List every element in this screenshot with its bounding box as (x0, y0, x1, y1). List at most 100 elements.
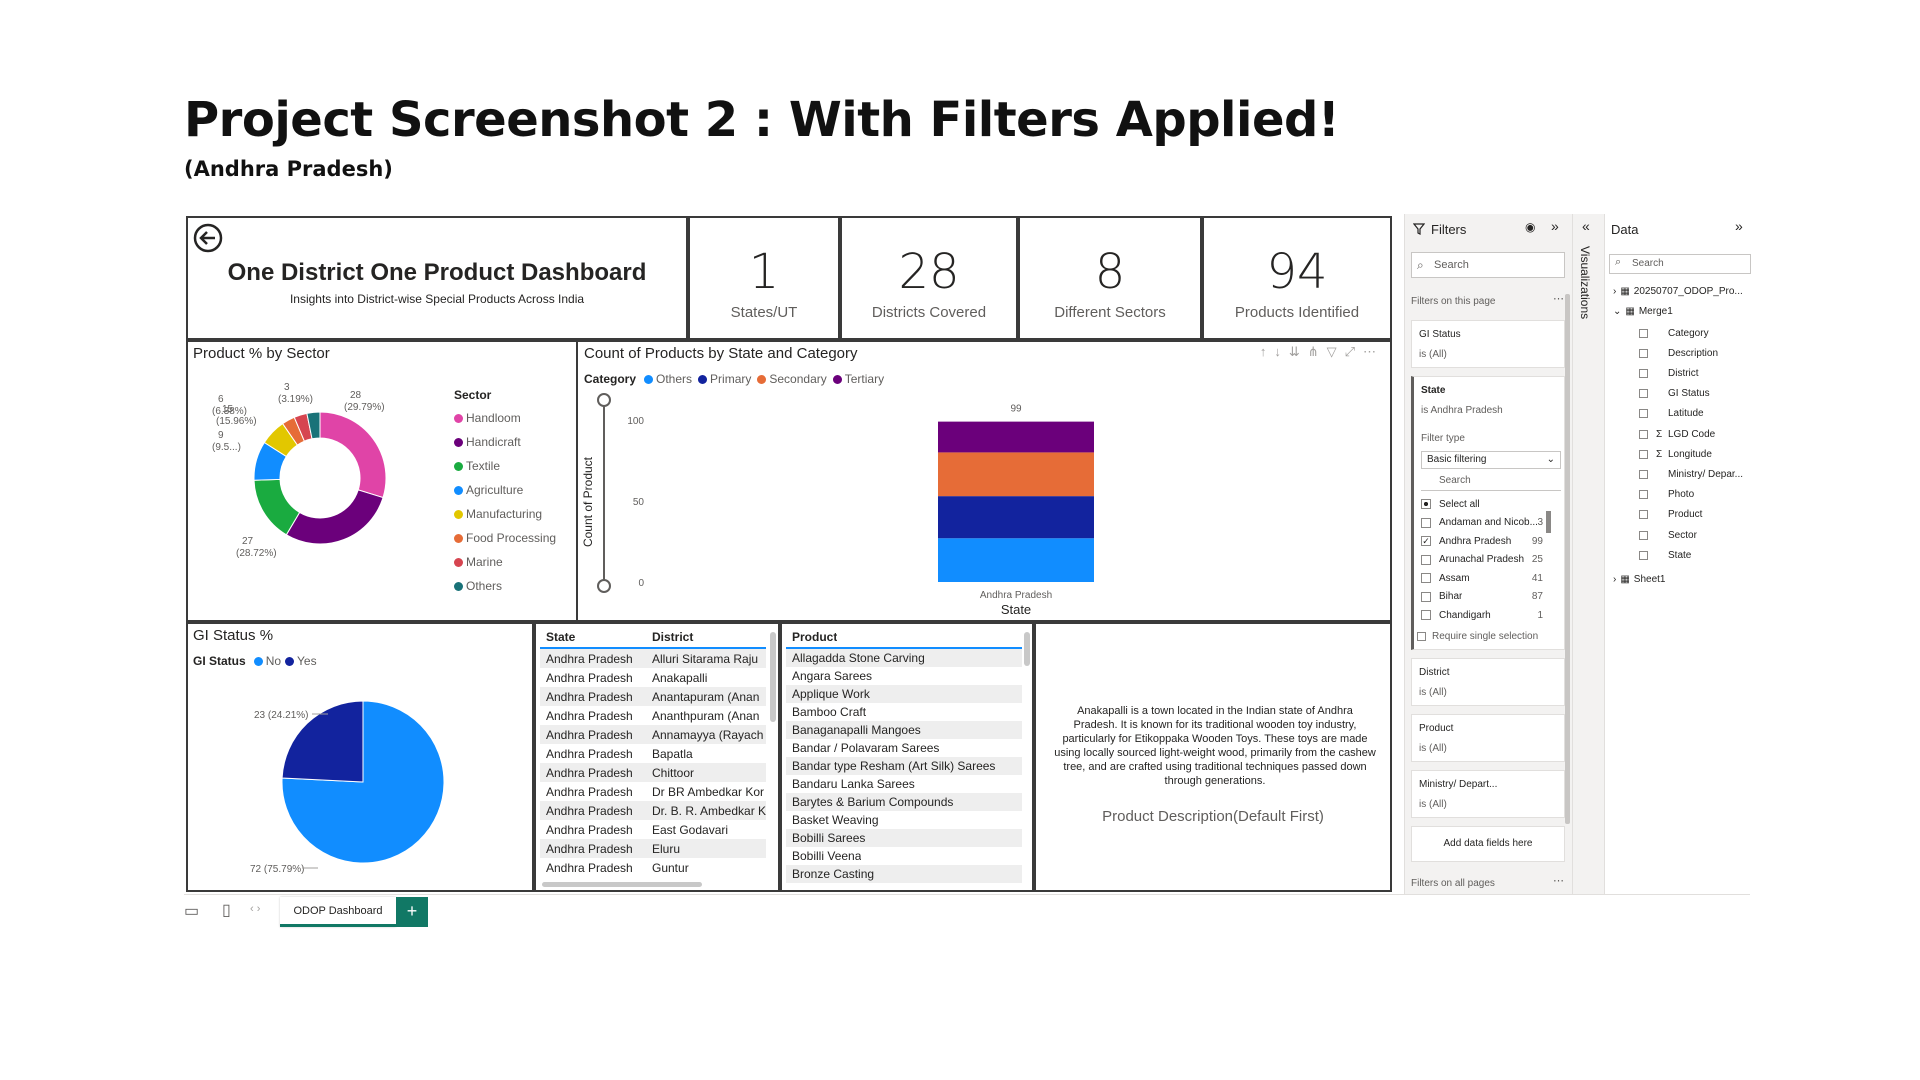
checkbox[interactable] (1639, 348, 1648, 358)
checkbox[interactable] (1639, 490, 1648, 500)
table-row[interactable]: Andhra Pradesh Anakapalli (540, 668, 766, 687)
column-header-state[interactable]: State (540, 630, 646, 644)
table-header[interactable]: Product (786, 627, 1022, 649)
table-row[interactable]: Bandar type Resham (Art Silk) Sarees (786, 757, 1022, 775)
table-row[interactable]: Banaganapalli Mangoes (786, 721, 1022, 739)
more-options-icon[interactable]: ⋯ (1553, 874, 1564, 887)
filter-card-product[interactable]: Product is (All) (1411, 714, 1565, 762)
checkbox[interactable] (1421, 610, 1431, 620)
table-row[interactable]: Andhra Pradesh Annamayya (Rayach (540, 725, 766, 744)
table-row[interactable]: Applique Work (786, 685, 1022, 703)
state-category-bar-visual[interactable]: Count of Products by State and Category … (578, 340, 1392, 622)
expand-chevron-icon[interactable]: « (1582, 218, 1590, 234)
table-row[interactable]: Andhra Pradesh East Godavari (540, 820, 766, 839)
table-row[interactable]: Angara Sarees (786, 667, 1022, 685)
table-row[interactable]: Andhra Pradesh Alluri Sitarama Raju (540, 649, 766, 668)
table-row[interactable]: Bandaru Lanka Sarees (786, 775, 1022, 793)
eye-icon[interactable]: ◉ (1525, 220, 1535, 234)
data-field-item[interactable]: GI Status (1639, 385, 1710, 403)
legend-item[interactable]: Handloom (454, 408, 556, 432)
state-filter-option[interactable]: Arunachal Pradesh 25 (1421, 551, 1543, 569)
table-row[interactable]: Andhra Pradesh Bapatla (540, 744, 766, 763)
data-field-item[interactable]: Photo (1639, 486, 1694, 504)
page-nav-arrows-icon[interactable]: ‹ › (250, 903, 260, 915)
filter-card-gi-status[interactable]: GI Status is (All) (1411, 320, 1565, 368)
state-filter-option[interactable]: Bihar 87 (1421, 588, 1543, 606)
checkbox[interactable] (1421, 554, 1431, 565)
collapse-chevron-icon[interactable]: » (1735, 218, 1743, 234)
checkbox[interactable]: ✓ (1421, 536, 1431, 546)
checkbox[interactable] (1639, 469, 1648, 479)
checkbox[interactable] (1639, 510, 1648, 520)
legend-item[interactable]: Textile (454, 456, 556, 480)
checkbox[interactable] (1639, 409, 1648, 419)
checkbox[interactable] (1639, 368, 1648, 378)
column-header-product[interactable]: Product (786, 630, 837, 644)
table-row[interactable]: Andhra Pradesh Anantapuram (Anan (540, 687, 766, 706)
filters-pane-scrollbar[interactable] (1565, 294, 1570, 824)
data-table-item[interactable]: ⌄ ▦ Merge1 (1613, 302, 1673, 320)
checkbox[interactable] (1639, 429, 1648, 439)
gi-status-pie-visual[interactable]: GI Status % GI Status No Yes 23 (24.21%) 7… (186, 622, 534, 892)
visualizations-pane-collapsed[interactable]: « Visualizations (1572, 214, 1604, 894)
checkbox[interactable] (1421, 517, 1431, 528)
state-district-table[interactable]: State District Andhra Pradesh Alluri Sita… (534, 622, 780, 892)
data-field-item[interactable]: Ministry/ Depar... (1639, 465, 1743, 483)
legend-item[interactable]: Handicraft (454, 432, 556, 456)
state-search-input[interactable]: Search (1421, 473, 1561, 491)
data-table-item[interactable]: › ▦ 20250707_ODOP_Pro... (1613, 282, 1743, 300)
table-row[interactable]: Andhra Pradesh Chittoor (540, 763, 766, 782)
add-data-fields-dropzone[interactable]: Add data fields here (1411, 826, 1565, 862)
filter-card-ministry[interactable]: Ministry/ Depart... is (All) (1411, 770, 1565, 818)
add-page-button[interactable]: + (396, 897, 428, 927)
table-header[interactable]: State District (540, 627, 766, 649)
data-field-item[interactable]: Category (1639, 324, 1709, 342)
checkbox[interactable] (1639, 389, 1648, 399)
table-row[interactable]: Bobilli Sarees (786, 829, 1022, 847)
mobile-layout-icon[interactable]: ▯ (222, 900, 231, 920)
state-filter-option[interactable]: Chandigarh 1 (1421, 606, 1543, 624)
data-field-item[interactable]: District (1639, 364, 1699, 382)
data-field-item[interactable]: Description (1639, 344, 1718, 362)
table-row[interactable]: Bamboo Craft (786, 703, 1022, 721)
filters-search-input[interactable]: Search (1411, 252, 1565, 278)
checkbox[interactable] (1421, 573, 1431, 583)
data-field-item[interactable]: Latitude (1639, 405, 1704, 423)
checkbox[interactable] (1639, 328, 1648, 338)
table-row[interactable]: Andhra Pradesh Guntur (540, 858, 766, 877)
checkbox[interactable] (1639, 550, 1648, 560)
filter-card-state[interactable]: State is Andhra Pradesh Filter type Basi… (1411, 376, 1565, 650)
visualizations-label[interactable]: Visualizations (1578, 246, 1592, 319)
checkbox[interactable] (1421, 499, 1431, 509)
filter-list-scrollbar[interactable] (1546, 511, 1551, 533)
table-row[interactable]: Allagadda Stone Carving (786, 649, 1022, 667)
table-scrollbar[interactable] (1024, 632, 1030, 666)
data-field-item[interactable]: Product (1639, 506, 1702, 524)
data-table-item[interactable]: › ▦ Sheet1 (1613, 570, 1666, 588)
desktop-layout-icon[interactable]: ▭ (184, 901, 199, 921)
table-row[interactable]: Bronze Casting (786, 865, 1022, 883)
filter-type-select[interactable]: Basic filtering ⌄ (1421, 451, 1561, 469)
state-filter-option[interactable]: Select all (1421, 495, 1543, 513)
column-header-district[interactable]: District (646, 630, 766, 644)
filter-card-district[interactable]: District is (All) (1411, 658, 1565, 706)
more-options-icon[interactable]: ⋯ (1553, 292, 1564, 305)
checkbox[interactable] (1639, 530, 1648, 540)
table-row[interactable]: Barytes & Barium Compounds (786, 793, 1022, 811)
legend-item[interactable]: Food Processing (454, 528, 556, 552)
checkbox[interactable] (1639, 449, 1648, 459)
table-scrollbar[interactable] (770, 632, 776, 722)
checkbox[interactable] (1421, 591, 1431, 602)
require-single-selection-checkbox[interactable]: Require single selection (1417, 631, 1538, 642)
legend-item[interactable]: Others (454, 576, 556, 600)
data-field-item[interactable]: State (1639, 546, 1691, 564)
legend-item[interactable]: Marine (454, 552, 556, 576)
table-row[interactable]: Andhra Pradesh Dr BR Ambedkar Kor (540, 782, 766, 801)
table-row[interactable]: Basket Weaving (786, 811, 1022, 829)
data-field-item[interactable]: Σ Longitude (1639, 445, 1712, 463)
data-field-item[interactable]: Σ LGD Code (1639, 425, 1715, 443)
legend-item[interactable]: Manufacturing (454, 504, 556, 528)
state-filter-option[interactable]: Andaman and Nicob... 3 (1421, 514, 1543, 532)
tab-odop-dashboard[interactable]: ODOP Dashboard (280, 897, 396, 927)
table-hscrollbar[interactable] (542, 882, 702, 887)
